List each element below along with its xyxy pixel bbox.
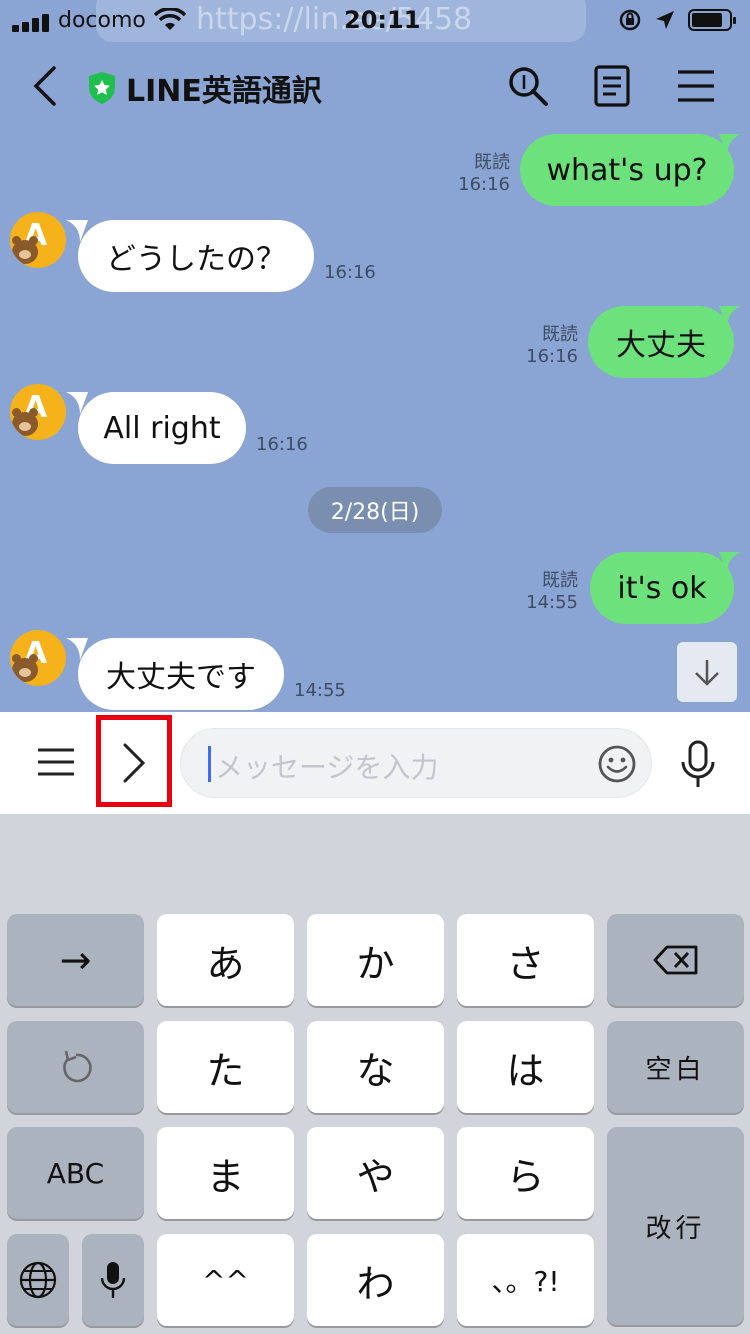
location-icon: [656, 11, 674, 29]
menu-icon[interactable]: [36, 742, 76, 782]
key-backspace[interactable]: [607, 914, 744, 1006]
scroll-to-bottom-button[interactable]: [677, 642, 737, 702]
key-dictation[interactable]: [82, 1234, 144, 1326]
my-message-bubble[interactable]: 大丈夫: [588, 306, 734, 378]
notes-icon[interactable]: [590, 64, 634, 108]
message-meta: 既読 14:55: [526, 570, 578, 613]
shield-star-icon: [89, 72, 115, 104]
status-bar: docomo 20:11: [0, 0, 750, 44]
key-undo[interactable]: [7, 1021, 144, 1113]
key-ka[interactable]: か: [307, 914, 444, 1006]
menu-icon[interactable]: [674, 64, 718, 108]
input-placeholder: メッセージを入力: [215, 751, 439, 784]
microphone-icon: [100, 1262, 126, 1298]
key-wa[interactable]: わ: [307, 1234, 444, 1326]
text-caret: [208, 746, 211, 782]
bubble-tail: [719, 134, 741, 156]
avatar[interactable]: A: [10, 630, 66, 686]
bubble-tail: [719, 306, 741, 328]
keyboard: → あ か さ た な は 空白 ABC ま や ら 改行 ^^ わ 、。?!: [0, 814, 750, 1334]
orientation-lock-icon: [619, 9, 641, 31]
bot-message-bubble[interactable]: All right: [78, 392, 246, 464]
wifi-icon: [154, 8, 186, 30]
undo-icon: [62, 1050, 92, 1083]
bot-message-bubble[interactable]: 大丈夫です: [78, 638, 284, 710]
globe-icon: [19, 1261, 57, 1299]
message-input[interactable]: メッセージを入力: [180, 728, 652, 798]
search-icon[interactable]: [506, 64, 550, 108]
key-ta[interactable]: た: [157, 1021, 294, 1113]
my-message-bubble[interactable]: it's ok: [590, 552, 734, 624]
key-sa[interactable]: さ: [457, 914, 594, 1006]
message-time: 14:55: [294, 680, 346, 701]
backspace-icon: [653, 945, 697, 975]
key-ya[interactable]: や: [307, 1127, 444, 1219]
key-abc[interactable]: ABC: [7, 1127, 144, 1219]
message-meta: 既読 16:16: [526, 324, 578, 367]
date-separator: 2/28(日): [308, 487, 442, 533]
message-meta: 既読 16:16: [458, 152, 510, 195]
signal-icon: [12, 14, 52, 32]
key-emoticon[interactable]: ^^: [157, 1234, 294, 1326]
message-input-bar: メッセージを入力: [0, 712, 750, 814]
bot-message-bubble[interactable]: どうしたの？: [78, 220, 314, 292]
carrier-label: docomo: [58, 8, 146, 33]
highlight-annotation: [96, 715, 172, 807]
key-a[interactable]: あ: [157, 914, 294, 1006]
key-ha[interactable]: は: [457, 1021, 594, 1113]
message-time: 16:16: [324, 262, 376, 283]
key-return[interactable]: 改行: [607, 1127, 744, 1325]
chat-area: https://lin.ee/5458 docomo 20:11 LINE英語通…: [0, 0, 750, 712]
header-bar: LINE英語通訳: [0, 50, 750, 120]
key-ma[interactable]: ま: [157, 1127, 294, 1219]
avatar[interactable]: A: [10, 212, 66, 268]
message-time: 16:16: [256, 434, 308, 455]
key-globe[interactable]: [7, 1234, 69, 1326]
key-space[interactable]: 空白: [607, 1021, 744, 1113]
microphone-icon[interactable]: [680, 740, 716, 790]
bubble-tail: [719, 552, 741, 574]
emoji-icon[interactable]: [597, 744, 637, 784]
chat-title: LINE英語通訳: [126, 74, 322, 109]
key-ra[interactable]: ら: [457, 1127, 594, 1219]
key-punctuation[interactable]: 、。?!: [457, 1234, 594, 1326]
avatar[interactable]: A: [10, 384, 66, 440]
key-na[interactable]: な: [307, 1021, 444, 1113]
arrow-down-icon: [695, 660, 719, 686]
back-chevron-icon[interactable]: [26, 64, 66, 108]
key-next-arrow[interactable]: →: [7, 914, 144, 1006]
clock: 20:11: [344, 6, 421, 34]
my-message-bubble[interactable]: what's up?: [520, 134, 734, 206]
battery-icon: [688, 9, 736, 31]
